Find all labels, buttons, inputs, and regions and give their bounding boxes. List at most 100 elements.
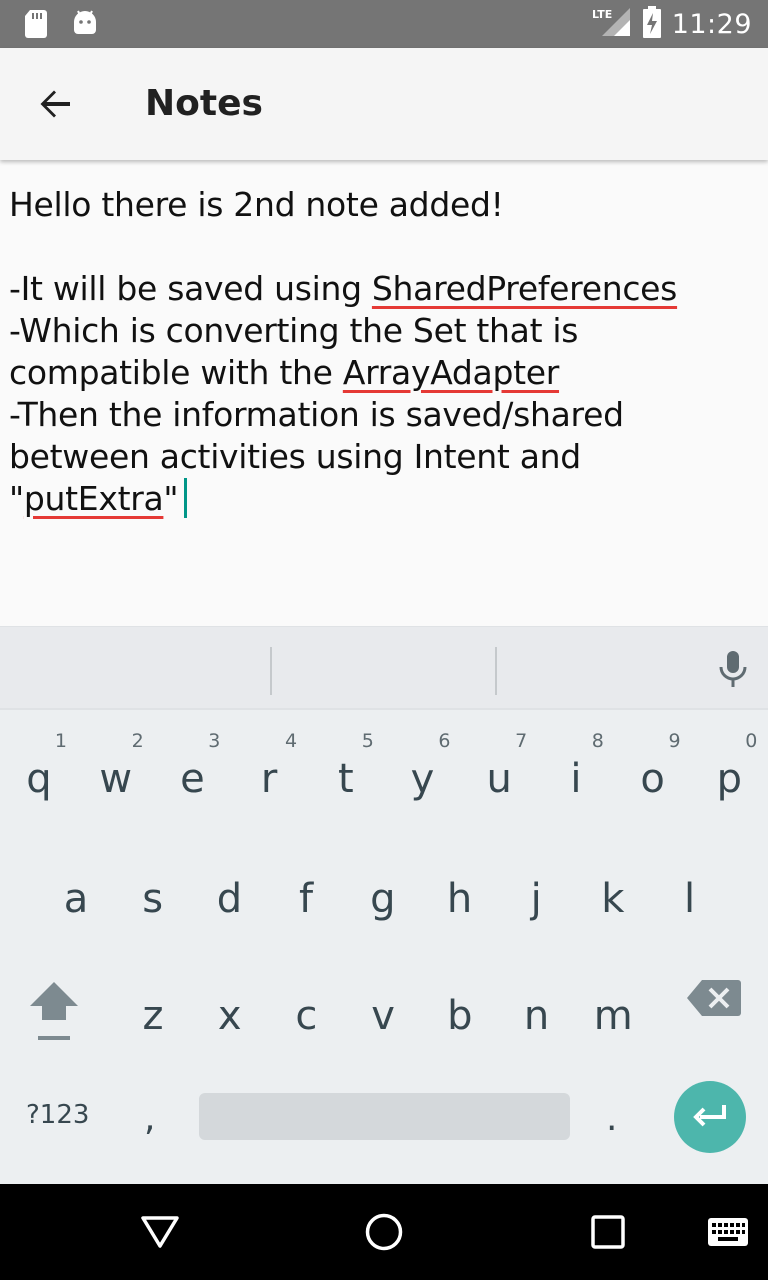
key-m[interactable]: m [575, 963, 651, 1063]
backspace-icon [687, 980, 741, 1016]
key-hint: 9 [668, 730, 681, 752]
key-p[interactable]: 0p [691, 718, 767, 818]
nav-recents-button[interactable] [584, 1208, 632, 1256]
suggestion-strip [0, 626, 768, 708]
key-j[interactable]: j [498, 846, 574, 946]
shift-icon [30, 982, 78, 1040]
key-s[interactable]: s [115, 846, 191, 946]
misspelled-word[interactable]: SharedPreferences [372, 269, 677, 308]
key-label: d [216, 876, 243, 922]
space-key[interactable] [199, 1093, 570, 1140]
key-label: b [447, 993, 473, 1039]
misspelled-word[interactable]: ArrayAdapter [343, 353, 560, 392]
comma-key[interactable]: , [144, 1098, 155, 1139]
back-triangle-icon [141, 1216, 179, 1248]
key-w[interactable]: 2w [78, 718, 154, 818]
key-o[interactable]: 9o [615, 718, 691, 818]
note-text-field[interactable]: Hello there is 2nd note added! -It will … [9, 184, 709, 520]
key-label: f [299, 876, 314, 922]
key-label: g [370, 876, 396, 922]
key-g[interactable]: g [345, 846, 421, 946]
key-label: k [601, 876, 625, 922]
key-e[interactable]: 3e [154, 718, 230, 818]
key-label: c [295, 993, 318, 1039]
key-r[interactable]: 4r [231, 718, 307, 818]
back-button[interactable] [24, 80, 88, 128]
key-i[interactable]: 8i [538, 718, 614, 818]
toolbar: Notes [0, 48, 768, 160]
home-circle-icon [365, 1213, 403, 1251]
note-line: Hello there is 2nd note added! [9, 185, 504, 224]
keyboard-switch-button[interactable] [704, 1208, 752, 1256]
note-line: -Then the information is saved/shared [9, 395, 624, 434]
key-label: s [142, 876, 164, 922]
key-label: t [337, 756, 354, 802]
note-editor[interactable]: Hello there is 2nd note added! -It will … [0, 160, 768, 626]
key-c[interactable]: c [268, 963, 344, 1063]
navigation-bar [0, 1184, 768, 1280]
android-icon [72, 10, 98, 42]
key-label: o [640, 756, 665, 802]
key-v[interactable]: v [345, 963, 421, 1063]
note-line: compatible with the [9, 353, 343, 392]
key-label: z [142, 993, 164, 1039]
key-y[interactable]: 6y [385, 718, 461, 818]
key-q[interactable]: 1q [1, 718, 77, 818]
nav-back-button[interactable] [136, 1208, 184, 1256]
key-label: r [260, 756, 278, 802]
nav-home-button[interactable] [360, 1208, 408, 1256]
suggestion-divider [270, 647, 272, 695]
key-t[interactable]: 5t [308, 718, 384, 818]
lte-signal-icon: LTE [592, 6, 632, 42]
key-hint: 4 [285, 730, 298, 752]
key-hint: 3 [208, 730, 221, 752]
note-line: " [163, 479, 179, 518]
key-label: p [716, 756, 742, 802]
suggestion-divider [495, 647, 497, 695]
key-label: e [180, 756, 205, 802]
key-label: w [99, 756, 133, 802]
note-line: between activities using Intent and [9, 437, 581, 476]
key-hint: 5 [361, 730, 374, 752]
key-label: l [684, 876, 696, 922]
key-label: h [446, 876, 473, 922]
key-a[interactable]: a [38, 846, 114, 946]
key-f[interactable]: f [268, 846, 344, 946]
arrow-back-icon [40, 90, 70, 118]
key-hint: 8 [591, 730, 604, 752]
key-label: i [570, 756, 582, 802]
microphone-icon [719, 651, 747, 687]
key-label: u [486, 756, 512, 802]
note-line: " [9, 479, 24, 518]
enter-icon [693, 1105, 726, 1127]
key-b[interactable]: b [422, 963, 498, 1063]
shift-key[interactable] [22, 978, 86, 1048]
key-l[interactable]: l [652, 846, 728, 946]
key-u[interactable]: 7u [461, 718, 537, 818]
text-cursor [184, 478, 188, 518]
soft-keyboard: 1q2w3e4r5t6y7u8i9o0p asdfghjkl zxcvbnm ?… [0, 626, 768, 1184]
enter-key[interactable] [674, 1081, 746, 1153]
key-label: x [217, 993, 242, 1039]
period-key[interactable]: . [606, 1098, 617, 1139]
key-h[interactable]: h [422, 846, 498, 946]
key-n[interactable]: n [499, 963, 575, 1063]
key-label: y [410, 756, 435, 802]
recents-square-icon [591, 1215, 625, 1249]
key-x[interactable]: x [192, 963, 268, 1063]
note-line: -Which is converting the Set that is [9, 311, 579, 350]
symbols-key[interactable]: ?123 [26, 1100, 89, 1130]
voice-input-button[interactable] [718, 649, 748, 693]
battery-charging-icon [642, 6, 662, 42]
key-d[interactable]: d [191, 846, 267, 946]
misspelled-word[interactable]: putExtra [24, 479, 164, 518]
key-hint: 0 [745, 730, 758, 752]
key-k[interactable]: k [575, 846, 651, 946]
keyboard-switch-icon [708, 1218, 748, 1246]
backspace-key[interactable] [686, 978, 742, 1018]
status-bar: LTE 11:29 [0, 0, 768, 48]
key-label: a [63, 876, 89, 922]
key-label: m [593, 993, 633, 1039]
key-z[interactable]: z [115, 963, 191, 1063]
key-hint: 2 [131, 730, 144, 752]
